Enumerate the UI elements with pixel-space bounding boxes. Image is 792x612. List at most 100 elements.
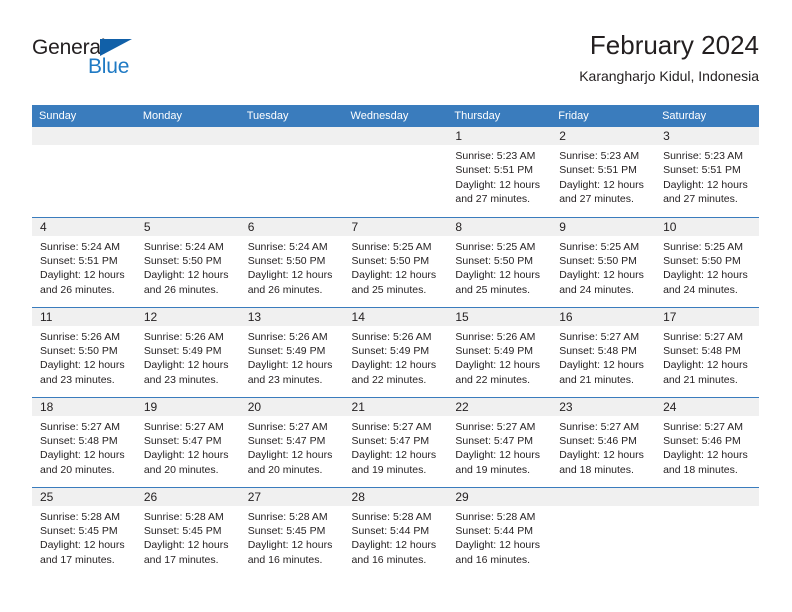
calendar-cell-day[interactable]: 10 Sunrise: 5:25 AM Sunset: 5:50 PM Dayligh… bbox=[655, 216, 759, 307]
day-details: Sunrise: 5:25 AM Sunset: 5:50 PM Daylight:… bbox=[551, 236, 655, 298]
calendar-cell-day[interactable]: 15 Sunrise: 5:26 AM Sunset: 5:49 PM Dayligh… bbox=[447, 306, 552, 397]
day-details: Sunrise: 5:27 AM Sunset: 5:48 PM Daylight:… bbox=[655, 326, 759, 388]
day-detail-line: Sunset: 5:46 PM bbox=[663, 434, 741, 447]
day-number bbox=[239, 127, 344, 145]
day-detail-line: Daylight: 12 hours bbox=[455, 269, 541, 282]
day-details: Sunrise: 5:28 AM Sunset: 5:44 PM Daylight:… bbox=[447, 506, 551, 568]
calendar-cell-day[interactable]: 16 Sunrise: 5:27 AM Sunset: 5:48 PM Dayligh… bbox=[551, 306, 656, 397]
day-detail-line: Daylight: 12 hours bbox=[559, 269, 644, 282]
day-detail-line: Daylight: 12 hours bbox=[143, 539, 229, 552]
calendar-cell-day[interactable]: 25 Sunrise: 5:28 AM Sunset: 5:45 PM Dayligh… bbox=[32, 486, 136, 577]
day-details: Sunrise: 5:27 AM Sunset: 5:46 PM Daylight:… bbox=[551, 416, 655, 478]
calendar-cell-day[interactable]: 5 Sunrise: 5:24 AM Sunset: 5:50 PM Daylight… bbox=[135, 216, 240, 307]
day-number: 29 bbox=[447, 487, 552, 506]
day-detail-line: Daylight: 12 hours bbox=[351, 359, 437, 372]
day-detail-line: Sunrise: 5:24 AM bbox=[143, 240, 224, 253]
calendar-cell-day[interactable]: 23 Sunrise: 5:27 AM Sunset: 5:46 PM Dayligh… bbox=[551, 396, 656, 487]
calendar-cell-day[interactable]: 13 Sunrise: 5:26 AM Sunset: 5:49 PM Dayligh… bbox=[239, 306, 344, 397]
day-detail-line: and 27 minutes. bbox=[663, 193, 738, 206]
day-number bbox=[343, 127, 448, 145]
day-number bbox=[135, 127, 240, 145]
calendar-cell-day[interactable]: 28 Sunrise: 5:28 AM Sunset: 5:44 PM Dayligh… bbox=[343, 486, 448, 577]
day-detail-line: Sunrise: 5:25 AM bbox=[455, 240, 536, 253]
day-number: 20 bbox=[239, 397, 344, 416]
day-number: 7 bbox=[343, 217, 448, 236]
calendar-page: General Blue February 2024 Karangharjo K… bbox=[0, 0, 792, 612]
calendar-cell-day[interactable]: 20 Sunrise: 5:27 AM Sunset: 5:47 PM Dayligh… bbox=[239, 396, 344, 487]
day-number: 6 bbox=[239, 217, 344, 236]
calendar-cell-day[interactable]: 9 Sunrise: 5:25 AM Sunset: 5:50 PM Daylight… bbox=[551, 216, 656, 307]
calendar-cell-day[interactable]: 27 Sunrise: 5:28 AM Sunset: 5:45 PM Dayligh… bbox=[239, 486, 344, 577]
logo-triangle-icon bbox=[100, 39, 132, 56]
day-detail-line: and 19 minutes. bbox=[455, 463, 531, 476]
day-number: 9 bbox=[551, 217, 656, 236]
day-detail-line: Daylight: 12 hours bbox=[351, 449, 437, 462]
day-detail-line: and 23 minutes. bbox=[143, 373, 219, 386]
day-detail-line: Daylight: 12 hours bbox=[247, 359, 333, 372]
calendar-cell-day[interactable]: 6 Sunrise: 5:24 AM Sunset: 5:50 PM Daylight… bbox=[239, 216, 344, 307]
calendar-cell-day[interactable]: 8 Sunrise: 5:25 AM Sunset: 5:50 PM Daylight… bbox=[447, 216, 552, 307]
day-detail-line: and 23 minutes. bbox=[40, 373, 115, 386]
day-details: Sunrise: 5:23 AM Sunset: 5:51 PM Daylight:… bbox=[655, 145, 759, 207]
calendar-cell-day[interactable]: 11 Sunrise: 5:26 AM Sunset: 5:50 PM Dayligh… bbox=[32, 306, 136, 397]
day-details: Sunrise: 5:25 AM Sunset: 5:50 PM Daylight:… bbox=[344, 236, 448, 298]
day-detail-line: and 26 minutes. bbox=[247, 283, 323, 296]
calendar-cell-day[interactable]: 2 Sunrise: 5:23 AM Sunset: 5:51 PM Daylight… bbox=[551, 127, 656, 217]
day-detail-line: Sunrise: 5:25 AM bbox=[351, 240, 432, 253]
day-detail-line: Sunrise: 5:26 AM bbox=[40, 330, 120, 343]
day-details: Sunrise: 5:27 AM Sunset: 5:47 PM Daylight:… bbox=[447, 416, 551, 478]
day-detail-line: and 19 minutes. bbox=[351, 463, 427, 476]
calendar-cell-day[interactable]: 24 Sunrise: 5:27 AM Sunset: 5:46 PM Dayligh… bbox=[655, 396, 759, 487]
calendar-cell-day[interactable]: 4 Sunrise: 5:24 AM Sunset: 5:51 PM Daylight… bbox=[32, 216, 136, 307]
day-detail-line: Daylight: 12 hours bbox=[351, 269, 437, 282]
day-detail-line: and 18 minutes. bbox=[663, 463, 738, 476]
day-details: Sunrise: 5:27 AM Sunset: 5:48 PM Daylight:… bbox=[32, 416, 136, 478]
calendar-cell-day[interactable]: 18 Sunrise: 5:27 AM Sunset: 5:48 PM Dayligh… bbox=[32, 396, 136, 487]
day-detail-line: Sunset: 5:48 PM bbox=[663, 344, 741, 357]
day-detail-line: Sunrise: 5:27 AM bbox=[663, 420, 744, 433]
calendar-cell-day[interactable]: 14 Sunrise: 5:26 AM Sunset: 5:49 PM Dayligh… bbox=[343, 306, 448, 397]
day-detail-line: Sunset: 5:50 PM bbox=[455, 254, 534, 267]
calendar-cell-day[interactable]: 3 Sunrise: 5:23 AM Sunset: 5:51 PM Daylight… bbox=[655, 127, 759, 217]
general-blue-logo: General Blue bbox=[32, 36, 162, 86]
day-detail-line: Daylight: 12 hours bbox=[40, 359, 125, 372]
day-detail-line: and 16 minutes. bbox=[455, 553, 531, 566]
day-detail-line: Daylight: 12 hours bbox=[455, 539, 541, 552]
day-detail-line: and 20 minutes. bbox=[143, 463, 219, 476]
calendar-cell-day[interactable]: 12 Sunrise: 5:26 AM Sunset: 5:49 PM Dayligh… bbox=[135, 306, 240, 397]
day-detail-line: Sunrise: 5:27 AM bbox=[247, 420, 328, 433]
day-number: 27 bbox=[239, 487, 344, 506]
day-details: Sunrise: 5:25 AM Sunset: 5:50 PM Daylight:… bbox=[447, 236, 551, 298]
day-number: 10 bbox=[655, 217, 759, 236]
day-detail-line: and 17 minutes. bbox=[40, 553, 115, 566]
calendar-cell-day[interactable]: 29 Sunrise: 5:28 AM Sunset: 5:44 PM Dayligh… bbox=[447, 486, 552, 577]
calendar-cell-day[interactable]: 22 Sunrise: 5:27 AM Sunset: 5:47 PM Dayligh… bbox=[447, 396, 552, 487]
weekday-header-sunday: Sunday bbox=[32, 105, 136, 127]
day-detail-line: Daylight: 12 hours bbox=[143, 449, 229, 462]
day-detail-line: Sunset: 5:50 PM bbox=[351, 254, 430, 267]
day-number: 11 bbox=[32, 307, 136, 326]
day-number: 22 bbox=[447, 397, 552, 416]
day-details bbox=[655, 506, 759, 510]
day-detail-line: Sunset: 5:49 PM bbox=[455, 344, 534, 357]
day-detail-line: Sunset: 5:45 PM bbox=[247, 524, 326, 537]
day-number: 3 bbox=[655, 127, 759, 145]
day-details: Sunrise: 5:26 AM Sunset: 5:49 PM Daylight:… bbox=[136, 326, 240, 388]
day-detail-line: Sunset: 5:44 PM bbox=[351, 524, 430, 537]
calendar-cell-day[interactable]: 21 Sunrise: 5:27 AM Sunset: 5:47 PM Dayligh… bbox=[343, 396, 448, 487]
day-number: 5 bbox=[135, 217, 240, 236]
calendar-cell-day[interactable]: 17 Sunrise: 5:27 AM Sunset: 5:48 PM Dayligh… bbox=[655, 306, 759, 397]
calendar-cell-day[interactable]: 19 Sunrise: 5:27 AM Sunset: 5:47 PM Dayligh… bbox=[135, 396, 240, 487]
calendar-cell-day[interactable]: 1 Sunrise: 5:23 AM Sunset: 5:51 PM Daylight… bbox=[447, 127, 552, 217]
day-detail-line: Sunrise: 5:28 AM bbox=[143, 510, 224, 523]
calendar-cell-day[interactable]: 26 Sunrise: 5:28 AM Sunset: 5:45 PM Dayligh… bbox=[135, 486, 240, 577]
calendar-week-row: 18 Sunrise: 5:27 AM Sunset: 5:48 PM Dayligh… bbox=[32, 396, 759, 487]
day-detail-line: Daylight: 12 hours bbox=[663, 178, 748, 191]
page-title: February 2024 bbox=[589, 30, 759, 60]
calendar-week-row: 4 Sunrise: 5:24 AM Sunset: 5:51 PM Daylight… bbox=[32, 216, 759, 307]
day-detail-line: Sunrise: 5:27 AM bbox=[143, 420, 224, 433]
day-detail-line: Daylight: 12 hours bbox=[663, 449, 748, 462]
calendar-cell-day[interactable]: 7 Sunrise: 5:25 AM Sunset: 5:50 PM Daylight… bbox=[343, 216, 448, 307]
day-detail-line: and 23 minutes. bbox=[247, 373, 323, 386]
day-number: 26 bbox=[135, 487, 240, 506]
